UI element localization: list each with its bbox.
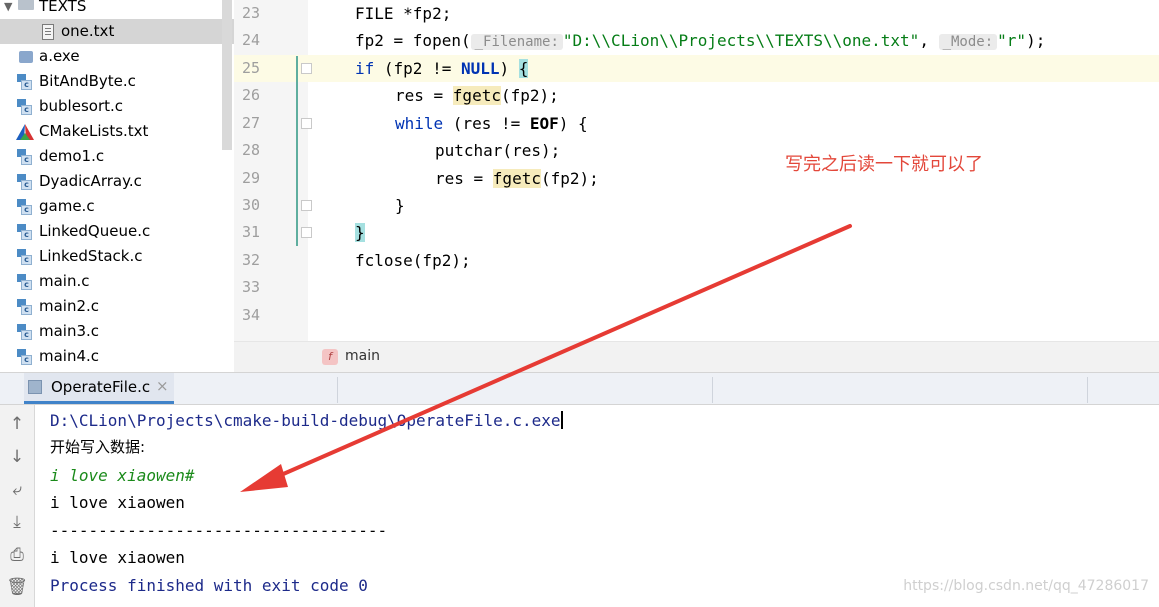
annotation-arrow — [240, 224, 852, 492]
